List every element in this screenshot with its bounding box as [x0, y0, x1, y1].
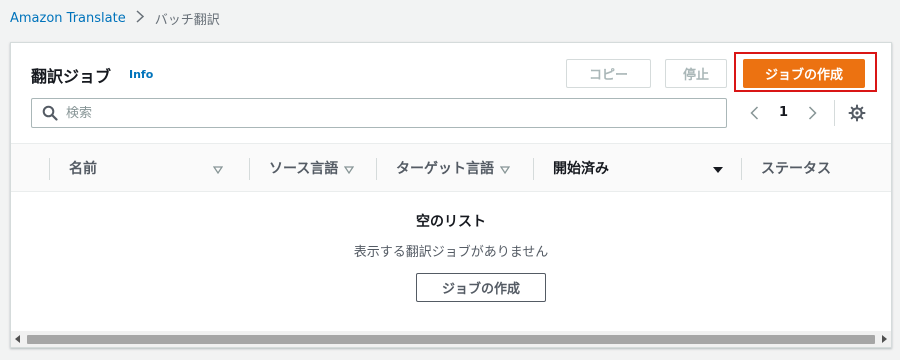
column-header-source-language[interactable]: ソース言語	[269, 144, 379, 192]
highlight-box	[734, 52, 877, 92]
search-icon	[42, 105, 58, 121]
chevron-right-icon	[136, 10, 145, 27]
column-header-target-language[interactable]: ターゲット言語	[396, 144, 526, 192]
column-separator	[376, 158, 377, 180]
chevron-left-icon[interactable]	[747, 104, 761, 122]
column-header-label: 開始済み	[553, 161, 609, 177]
sort-unsorted-icon	[212, 163, 224, 175]
stop-button[interactable]: 停止	[665, 59, 727, 88]
breadcrumb-link-amazon-translate[interactable]: Amazon Translate	[10, 11, 126, 26]
divider	[834, 100, 835, 126]
scroll-right-arrow-icon[interactable]	[877, 331, 891, 347]
column-header-status[interactable]: ステータス	[761, 144, 881, 192]
translation-jobs-panel: 翻訳ジョブ Info コピー 停止 ジョブの作成 1 名前	[10, 42, 892, 348]
page-title: 翻訳ジョブ	[31, 67, 112, 86]
sort-unsorted-icon	[499, 163, 511, 175]
scrollbar-thumb[interactable]	[27, 335, 875, 344]
table-header: 名前 ソース言語 ターゲット言語 開始済み ステータス	[11, 143, 891, 192]
info-link[interactable]: Info	[129, 68, 153, 81]
sort-unsorted-icon	[344, 163, 355, 175]
gear-icon[interactable]	[848, 104, 866, 122]
column-header-label: ターゲット言語	[396, 161, 494, 177]
empty-state-message: 表示する翻訳ジョブがありません	[353, 245, 549, 260]
search-box[interactable]	[31, 98, 727, 128]
copy-button[interactable]: コピー	[566, 59, 651, 88]
empty-state-title: 空のリスト	[416, 214, 486, 230]
search-input[interactable]	[66, 105, 706, 121]
scroll-left-arrow-icon[interactable]	[11, 331, 25, 347]
breadcrumb-current: バッチ翻訳	[154, 13, 220, 28]
column-separator	[741, 158, 742, 180]
column-header-name[interactable]: 名前	[69, 144, 229, 192]
breadcrumb: Amazon Translate バッチ翻訳	[10, 9, 220, 28]
column-separator	[49, 158, 50, 180]
chevron-right-icon[interactable]	[805, 104, 819, 122]
column-header-label: 名前	[69, 161, 97, 177]
column-header-label: ソース言語	[269, 161, 339, 177]
column-separator	[533, 158, 534, 180]
sort-descending-icon	[713, 163, 723, 173]
column-header-label: ステータス	[761, 161, 831, 177]
column-separator	[249, 158, 250, 180]
pagination-current-page[interactable]: 1	[779, 105, 788, 120]
column-header-started[interactable]: 開始済み	[553, 144, 723, 192]
horizontal-scrollbar[interactable]	[11, 331, 891, 347]
create-job-button-empty-state[interactable]: ジョブの作成	[416, 273, 546, 302]
